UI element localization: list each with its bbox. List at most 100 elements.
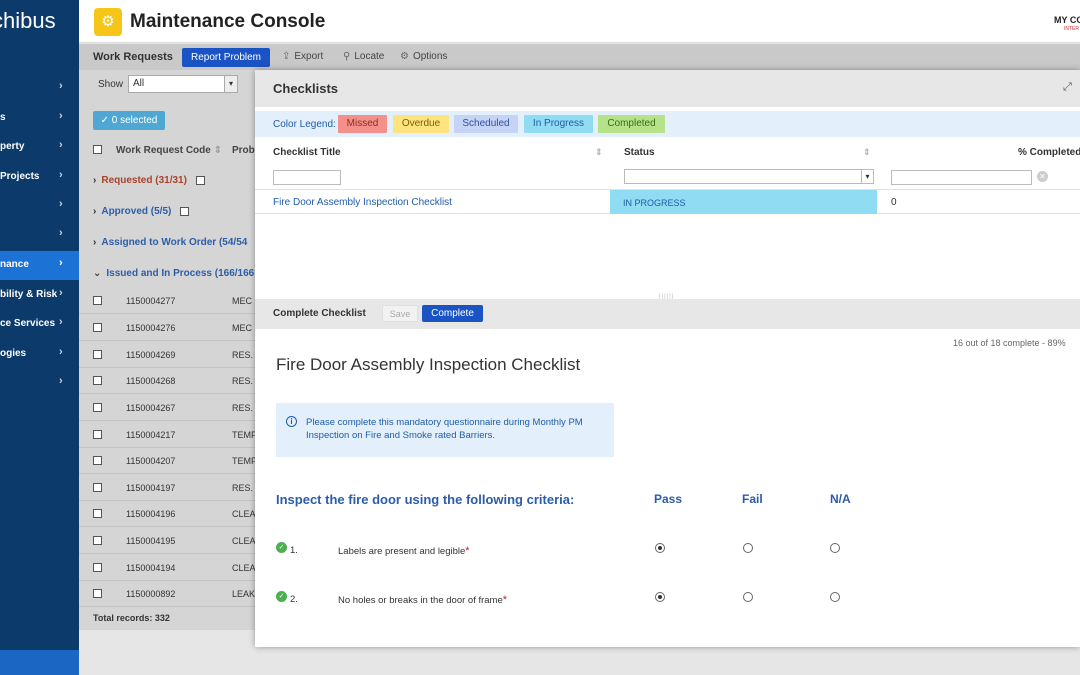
sort-icon[interactable]: ⇕ bbox=[595, 147, 603, 158]
table-row[interactable]: 1150004207 TEMP bbox=[79, 447, 255, 474]
radio-fail[interactable] bbox=[743, 592, 753, 602]
checklist-title-link[interactable]: Fire Door Assembly Inspection Checklist bbox=[273, 197, 452, 208]
clear-filter-icon[interactable]: ✕ bbox=[1037, 171, 1048, 182]
radio-pass[interactable] bbox=[655, 543, 665, 553]
row-problem: RES. bbox=[232, 483, 254, 493]
table-row[interactable]: 1150004268 RES. bbox=[79, 367, 255, 394]
chevron-right-icon: › bbox=[59, 257, 63, 269]
table-header: Work Request Code ⇕ Probl bbox=[79, 140, 255, 160]
check-circle-icon: ✓ bbox=[276, 542, 287, 553]
column-header-code[interactable]: Work Request Code ⇕ bbox=[116, 145, 222, 156]
group-checkbox[interactable] bbox=[180, 206, 190, 216]
sidebar-item-maintenance[interactable]: nance › bbox=[0, 251, 79, 280]
row-checkbox[interactable] bbox=[93, 483, 102, 492]
row-checkbox[interactable] bbox=[93, 323, 102, 332]
row-checkbox[interactable] bbox=[93, 350, 102, 359]
info-icon: i bbox=[286, 416, 297, 427]
chevron-right-icon: › bbox=[59, 198, 63, 210]
row-checkbox[interactable] bbox=[93, 456, 102, 465]
save-button[interactable]: Save bbox=[382, 305, 418, 322]
chevron-down-icon: ▾ bbox=[861, 170, 873, 183]
column-header-status[interactable]: Status bbox=[624, 147, 655, 158]
select-all-checkbox[interactable] bbox=[93, 145, 102, 154]
row-checkbox[interactable] bbox=[93, 563, 102, 572]
options-button[interactable]: ⚙ Options bbox=[400, 51, 447, 62]
row-problem: TEMP bbox=[232, 456, 255, 466]
locate-button[interactable]: ⚲ Locate bbox=[343, 51, 384, 62]
table-row[interactable]: 1150004276 MEC bbox=[79, 314, 255, 341]
row-checkbox[interactable] bbox=[93, 536, 102, 545]
table-row[interactable]: 1150004217 TEMP bbox=[79, 421, 255, 448]
group-issued[interactable]: ⌄ Issued and In Process (166/166 bbox=[93, 268, 254, 279]
chevron-down-icon: ⌄ bbox=[93, 268, 102, 279]
export-button[interactable]: ⇪ Export bbox=[282, 51, 323, 62]
radio-na[interactable] bbox=[830, 543, 840, 553]
radio-pass[interactable] bbox=[655, 592, 665, 602]
company-subtitle: INTER bbox=[1064, 26, 1079, 32]
column-header-pct[interactable]: % Completed bbox=[1018, 147, 1080, 158]
sidebar-item-1[interactable]: › bbox=[0, 74, 79, 103]
total-records: Total records: 332 bbox=[93, 613, 170, 623]
status-filter-select[interactable]: ▾ bbox=[624, 169, 874, 184]
table-row[interactable]: 1150004194 CLEA bbox=[79, 554, 255, 581]
chevron-right-icon: › bbox=[59, 287, 63, 299]
sidebar-item-2[interactable]: s › bbox=[0, 104, 79, 133]
sidebar-item-label: bility & Risk bbox=[0, 289, 58, 300]
radio-fail[interactable] bbox=[743, 543, 753, 553]
sidebar-item-6[interactable]: › bbox=[0, 221, 79, 250]
radio-na[interactable] bbox=[830, 592, 840, 602]
sidebar-item-services[interactable]: ce Services › bbox=[0, 310, 79, 339]
row-checkbox[interactable] bbox=[93, 430, 102, 439]
table-row[interactable]: 1150004196 CLEA bbox=[79, 500, 255, 527]
sort-icon[interactable]: ⇕ bbox=[863, 147, 871, 158]
options-label: Options bbox=[412, 51, 448, 62]
progress-text: 16 out of 18 complete - 89% bbox=[953, 338, 1066, 348]
question-row-2: ✓ 2. No holes or breaks in the door of f… bbox=[255, 591, 1080, 611]
table-row[interactable]: 1150004267 RES. bbox=[79, 394, 255, 421]
group-requested[interactable]: › Requested (31/31) bbox=[93, 175, 205, 186]
group-approved[interactable]: › Approved (5/5) bbox=[93, 206, 190, 217]
row-checkbox[interactable] bbox=[93, 403, 102, 412]
sidebar-item-11[interactable]: › bbox=[0, 369, 79, 398]
work-requests-panel: Show All ▾ ✓ 0 selected Work Request Code… bbox=[79, 70, 255, 630]
complete-button[interactable]: Complete bbox=[422, 305, 483, 322]
title-filter-input[interactable] bbox=[273, 170, 341, 185]
row-problem: LEAK bbox=[232, 589, 255, 599]
group-checkbox[interactable] bbox=[195, 175, 205, 185]
row-code: 1150004277 bbox=[126, 296, 176, 306]
legend-in-progress: In Progress bbox=[524, 115, 593, 133]
legend-completed: Completed bbox=[598, 115, 665, 133]
table-row[interactable]: 1150004269 RES. bbox=[79, 341, 255, 368]
legend-label: Color Legend: bbox=[273, 119, 336, 130]
table-row[interactable]: 1150004277 MEC bbox=[79, 287, 255, 314]
selected-count-button[interactable]: ✓ 0 selected bbox=[93, 111, 165, 130]
sidebar-item-property[interactable]: perty › bbox=[0, 133, 79, 162]
sidebar-item-technologies[interactable]: ogies › bbox=[0, 340, 79, 369]
sidebar-item-label: ogies bbox=[0, 348, 27, 359]
expand-icon[interactable]: ⤢ bbox=[1063, 81, 1072, 94]
row-checkbox[interactable] bbox=[93, 376, 102, 385]
export-icon: ⇪ bbox=[282, 51, 291, 62]
group-assigned[interactable]: › Assigned to Work Order (54/54 bbox=[93, 237, 247, 248]
checklist-table-header: Checklist Title ⇕ Status ⇕ % Completed bbox=[255, 137, 1080, 167]
report-problem-button[interactable]: Report Problem bbox=[182, 48, 270, 67]
sidebar-item-5[interactable]: › bbox=[0, 192, 79, 221]
sidebar-footer[interactable] bbox=[0, 650, 79, 675]
row-checkbox[interactable] bbox=[93, 509, 102, 518]
row-checkbox[interactable] bbox=[93, 589, 102, 598]
questionnaire-title: Fire Door Assembly Inspection Checklist bbox=[276, 355, 581, 374]
table-row[interactable]: 1150004197 RES. bbox=[79, 474, 255, 501]
chevron-right-icon: › bbox=[59, 346, 63, 358]
show-select[interactable]: All ▾ bbox=[128, 75, 238, 93]
column-header-problem[interactable]: Probl bbox=[232, 145, 255, 156]
table-row[interactable]: 1150004195 CLEA bbox=[79, 527, 255, 554]
table-row[interactable]: 1150000892 LEAK bbox=[79, 580, 255, 607]
column-header-title[interactable]: Checklist Title bbox=[273, 147, 341, 158]
sidebar-item-projects[interactable]: Projects › bbox=[0, 163, 79, 192]
required-marker: * bbox=[465, 545, 470, 557]
row-code: 1150004197 bbox=[126, 483, 176, 493]
checklist-row[interactable]: Fire Door Assembly Inspection Checklist … bbox=[255, 190, 1080, 214]
pct-filter-input[interactable] bbox=[891, 170, 1032, 185]
row-checkbox[interactable] bbox=[93, 296, 102, 305]
sidebar-item-sustainability[interactable]: bility & Risk › bbox=[0, 281, 79, 310]
